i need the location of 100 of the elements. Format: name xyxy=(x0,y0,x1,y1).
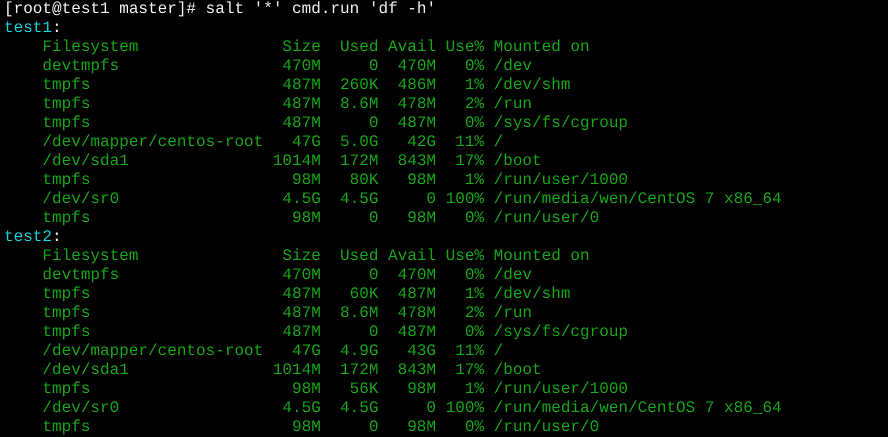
table-cell-text: 0% xyxy=(464,114,484,133)
table-cell-text: tmpfs xyxy=(42,171,92,190)
table-cell: 1014M xyxy=(272,361,321,380)
table-cell-text: 470M xyxy=(281,266,321,285)
table-cell-text: /run/user/1000 xyxy=(494,380,630,399)
table-cell-text: 0% xyxy=(464,266,484,285)
table-cell-text: /dev xyxy=(494,266,534,285)
table-cell-text: /run xyxy=(494,95,534,114)
table-cell-text: 172M xyxy=(339,361,378,380)
table-cell-text: 0 xyxy=(368,266,378,285)
table-cell-text: 2% xyxy=(464,95,484,114)
table-cell-text: /dev/sda1 xyxy=(42,152,130,171)
table-cell-text: 4.5G xyxy=(281,399,321,418)
table-cell-text: 4.5G xyxy=(339,399,378,418)
table-cell-text: 487M xyxy=(396,285,436,304)
table-cell-text: 98M xyxy=(406,418,436,437)
table-cell-text: / xyxy=(494,133,504,152)
table-cell-text: 43G xyxy=(406,342,436,361)
column-header: Mounted on xyxy=(494,38,591,57)
table-cell-text: 80K xyxy=(348,171,378,190)
table-cell-text: 487M xyxy=(281,323,321,342)
column-header: Filesystem xyxy=(42,38,140,57)
table-cell-text: 4.5G xyxy=(281,190,321,209)
table-cell-text: 0 xyxy=(368,209,378,228)
table-cell-text: /boot xyxy=(494,152,543,171)
table-cell-text: tmpfs xyxy=(42,418,92,437)
column-header: Size xyxy=(281,38,321,57)
table-cell: /run/media/wen/CentOS 7 x86_64 xyxy=(494,399,782,418)
table-cell-text: 487M xyxy=(396,114,436,133)
table-cell-text: /boot xyxy=(494,361,543,380)
table-cell-text: 56K xyxy=(348,380,378,399)
table-cell-text: / xyxy=(494,342,504,361)
table-cell-text: 0 xyxy=(368,57,378,76)
table-cell-text: devtmpfs xyxy=(42,266,120,285)
table-cell-text: 0% xyxy=(464,209,484,228)
table-cell: /run/media/wen/CentOS 7 x86_64 xyxy=(494,190,782,209)
column-header: Use% xyxy=(446,247,484,266)
table-cell-text: 0% xyxy=(464,57,484,76)
table-cell-text: 98M xyxy=(291,380,321,399)
column-header: Mounted on xyxy=(494,247,591,266)
table-cell-text: 843M xyxy=(396,361,436,380)
table-cell-text: /dev/sr0 xyxy=(42,399,120,418)
table-cell-text: 470M xyxy=(396,57,436,76)
table-cell: 100% xyxy=(446,399,484,418)
table-cell-text: 260K xyxy=(339,76,378,95)
table-cell-text: 487M xyxy=(281,304,321,323)
column-header: Avail xyxy=(388,38,436,57)
table-cell-text: 98M xyxy=(406,209,436,228)
column-header: Used xyxy=(339,38,378,57)
table-cell-text: 98M xyxy=(406,171,436,190)
table-cell: 100% xyxy=(446,190,484,209)
separator-text: : xyxy=(52,19,62,37)
table-cell-text: 0 xyxy=(368,418,378,437)
table-cell-text: 5.0G xyxy=(339,133,378,152)
table-cell-text: 0 xyxy=(425,190,436,209)
table-cell: /dev/mapper/centos-root xyxy=(42,342,264,361)
host-name: test2 xyxy=(4,228,52,246)
table-cell-text: 487M xyxy=(281,76,321,95)
table-cell-text: tmpfs xyxy=(42,323,92,342)
table-cell-text: tmpfs xyxy=(42,209,92,228)
table-cell-text: 47G xyxy=(291,133,321,152)
column-header: Avail xyxy=(388,247,436,266)
table-cell-text: 172M xyxy=(339,152,378,171)
host-name: test1 xyxy=(4,19,52,37)
table-cell-text: tmpfs xyxy=(42,95,92,114)
table-cell-text: 4.5G xyxy=(339,190,378,209)
table-cell-text: /dev xyxy=(494,57,534,76)
table-cell-text: 0 xyxy=(368,323,378,342)
table-cell-text: 487M xyxy=(281,114,321,133)
table-cell-text: 2% xyxy=(464,304,484,323)
table-cell-text: tmpfs xyxy=(42,76,92,95)
table-cell-text: 486M xyxy=(396,76,436,95)
table-cell-text: /run/user/0 xyxy=(494,209,600,228)
table-cell-text: /dev/shm xyxy=(494,285,572,304)
table-cell-text: 478M xyxy=(396,95,436,114)
column-header: Used xyxy=(339,247,378,266)
table-cell-text: 17% xyxy=(454,361,484,380)
table-cell-text: 470M xyxy=(281,57,321,76)
table-cell-text: 98M xyxy=(291,171,321,190)
column-header: Use% xyxy=(446,38,484,57)
table-cell: /dev/mapper/centos-root xyxy=(42,133,264,152)
command-line: [root@test1 master]# salt '*' cmd.run 'df -h' xyxy=(4,0,438,19)
table-cell-text: /dev/shm xyxy=(494,76,572,95)
table-cell-text: 1% xyxy=(464,380,484,399)
table-cell-text: 17% xyxy=(454,152,484,171)
column-header: Filesystem xyxy=(42,247,140,266)
table-cell-text: 98M xyxy=(406,380,436,399)
table-cell-text: devtmpfs xyxy=(42,57,120,76)
table-cell-text: 42G xyxy=(406,133,436,152)
table-cell-text: 4.9G xyxy=(339,342,378,361)
table-cell-text: 1% xyxy=(464,76,484,95)
table-cell-text: 8.6M xyxy=(339,304,378,323)
table-cell-text: 0 xyxy=(425,399,436,418)
table-cell-text: 0 xyxy=(368,114,378,133)
table-cell-text: 487M xyxy=(281,95,321,114)
table-cell-text: 47G xyxy=(291,342,321,361)
table-cell-text: tmpfs xyxy=(42,380,92,399)
table-cell-text: /run xyxy=(494,304,534,323)
table-cell-text: 478M xyxy=(396,304,436,323)
table-cell-text: 487M xyxy=(396,323,436,342)
